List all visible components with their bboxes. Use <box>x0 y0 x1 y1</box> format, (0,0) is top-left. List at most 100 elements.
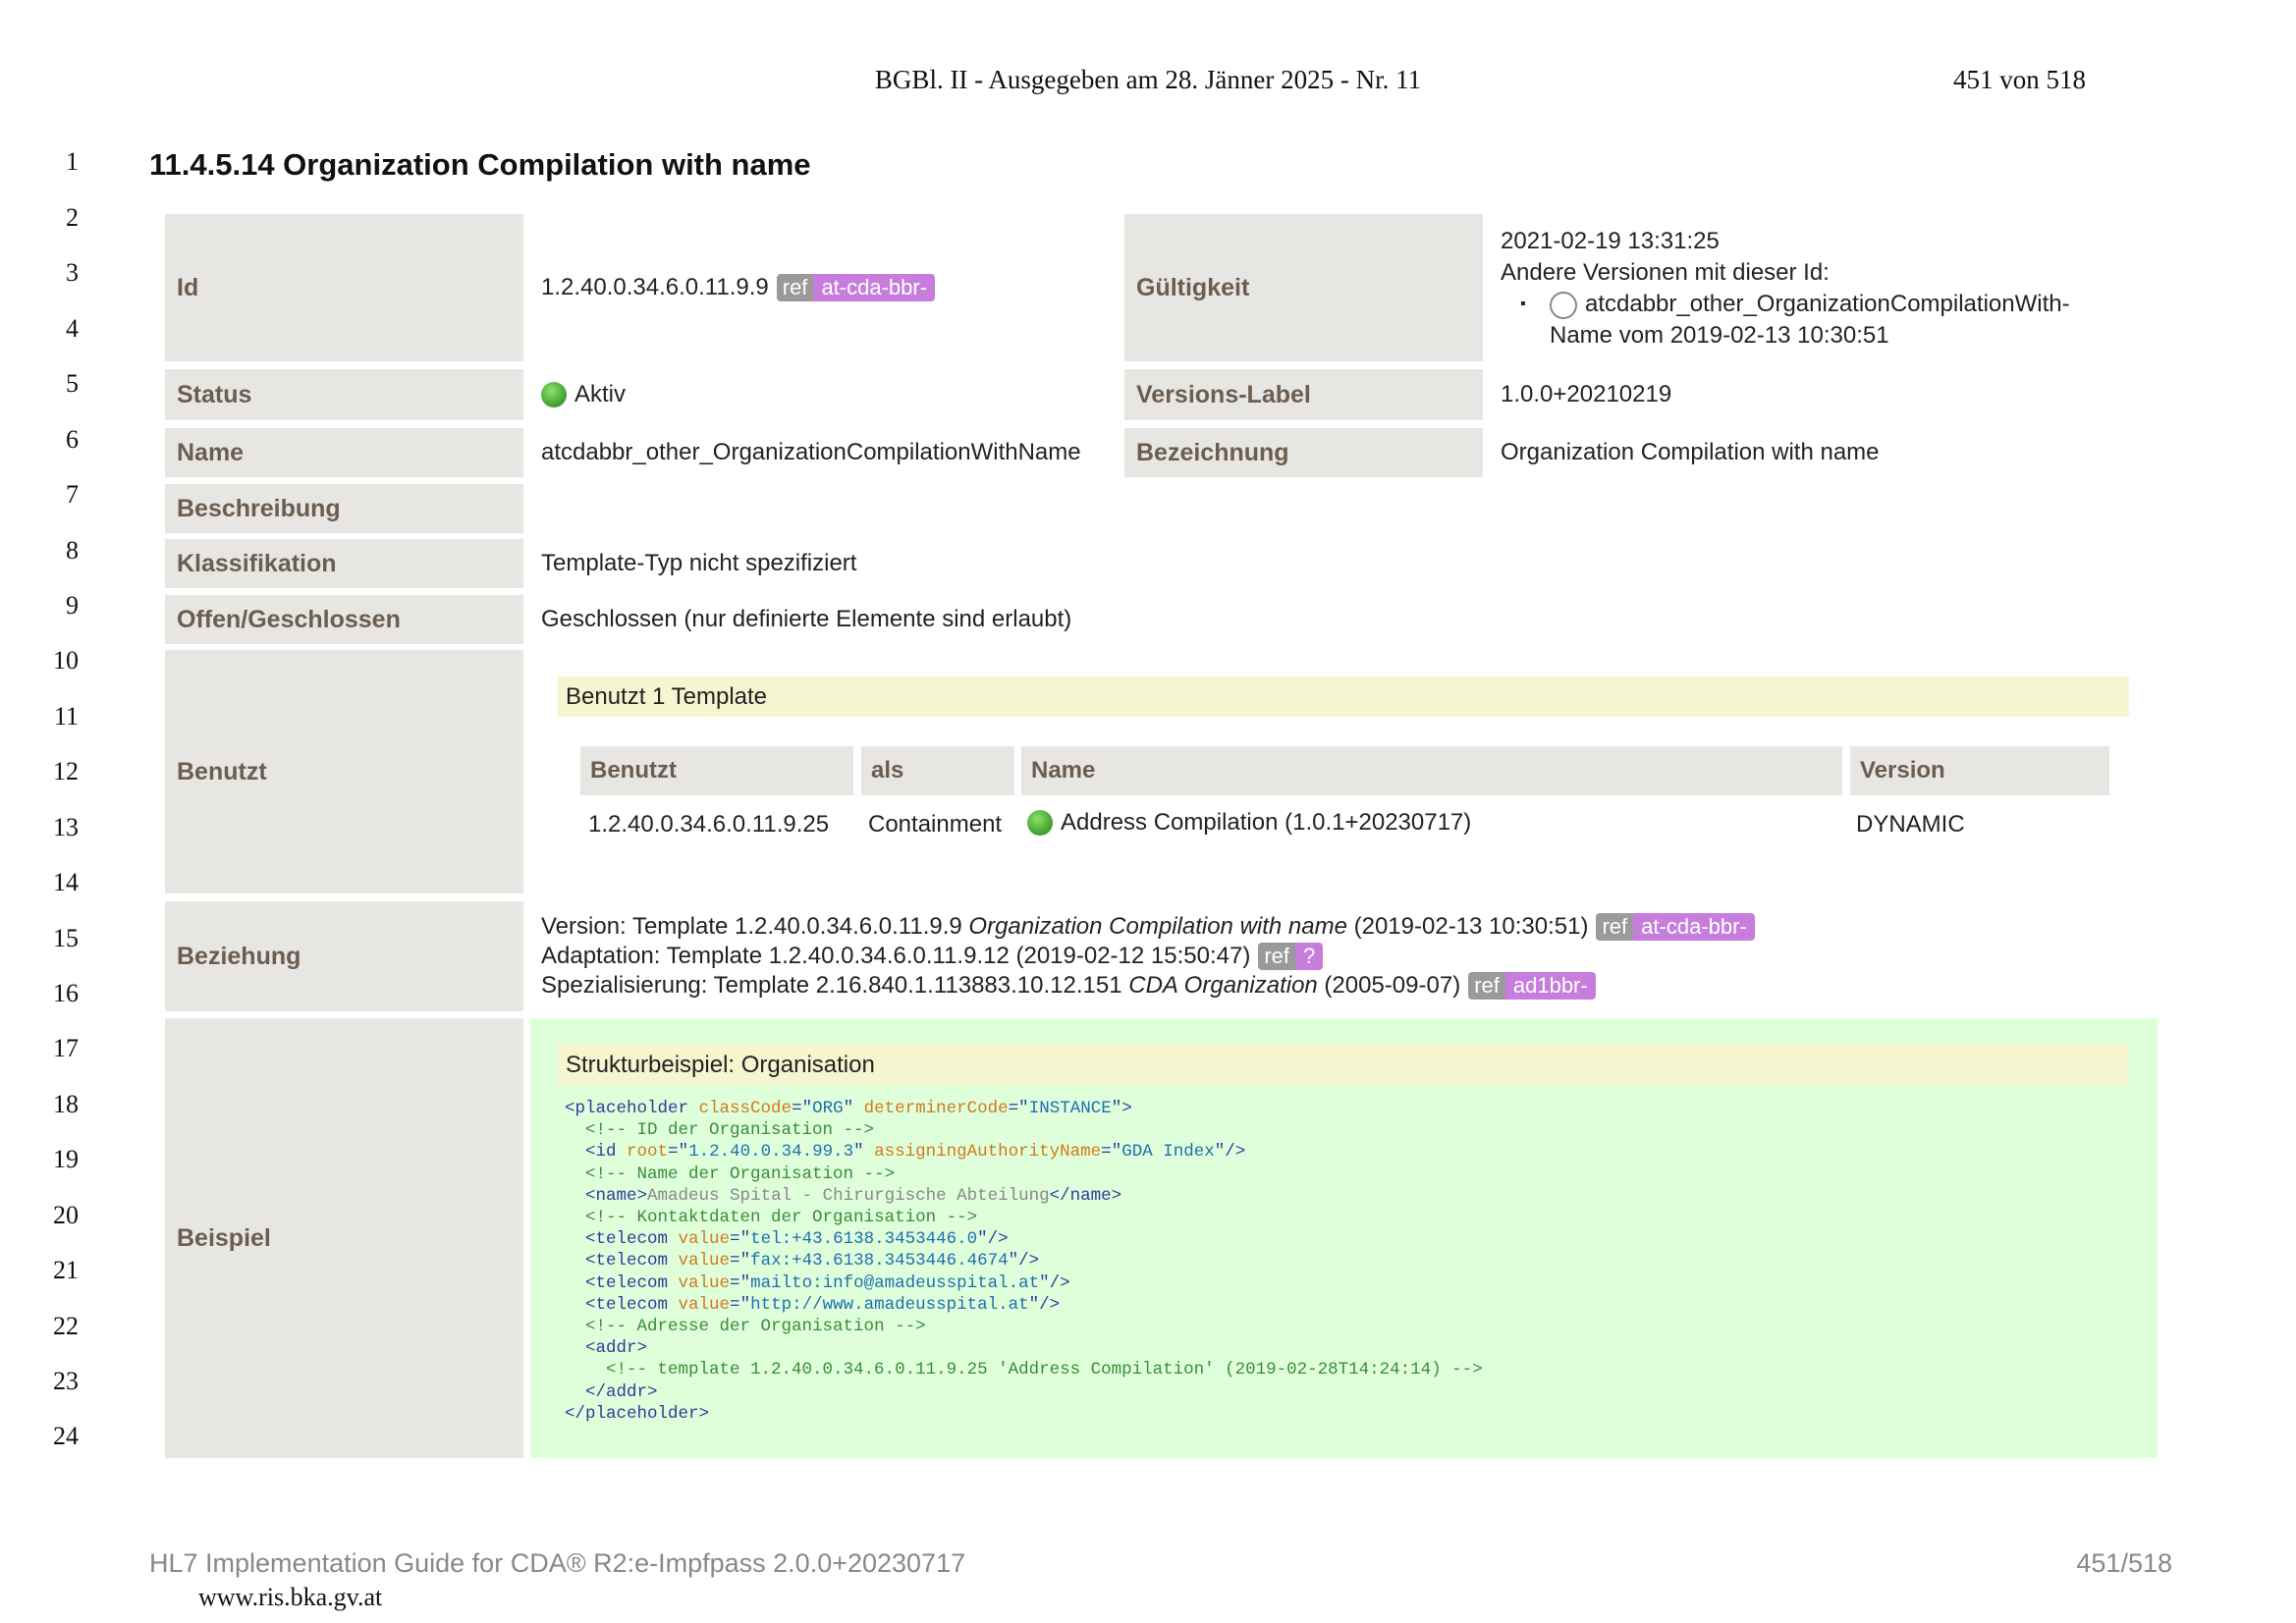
validity-other-versions: Andere Versionen mit dieser Id: <box>1501 259 1830 286</box>
ref-tag: ref <box>1258 943 1296 970</box>
line-number: 19 <box>53 1145 79 1173</box>
code-line: <telecom value="tel:+43.6138.3453446.0"/… <box>585 1229 1009 1250</box>
line-number: 4 <box>66 314 79 343</box>
status-value-cell: Aktiv <box>541 369 626 420</box>
bullet-icon: ▪ <box>1520 296 1526 312</box>
validity-version-item: ▪ atcdabbr_other_OrganizationCompilation… <box>1501 289 2070 352</box>
beziehung-specialization-date: (2005-09-07) <box>1317 972 1461 999</box>
line-number: 10 <box>53 646 79 675</box>
code-line: <!-- Adresse der Organisation --> <box>585 1317 926 1337</box>
status-active-icon <box>541 382 567 407</box>
line-number: 7 <box>66 480 79 509</box>
status-active-icon <box>1027 810 1053 836</box>
beziehung-specialization-title[interactable]: CDA Organization <box>1128 971 1318 1001</box>
code-line: <placeholder classCode="ORG" determinerC… <box>565 1099 1132 1118</box>
code-line: <name>Amadeus Spital - Chirurgische Abte… <box>585 1185 1122 1206</box>
code-line: <!-- ID der Organisation --> <box>585 1120 875 1141</box>
id-value: 1.2.40.0.34.6.0.11.9.9 <box>541 274 769 300</box>
versions-label: Versions-Label <box>1124 369 1483 420</box>
ref-prefix: ad1bbr- <box>1504 972 1596 1000</box>
beziehung-version-title[interactable]: Organization Compilation with name <box>968 912 1347 942</box>
page-counter: 451 von 518 <box>1953 65 2086 94</box>
bezeichnung-label: Bezeichnung <box>1124 428 1483 477</box>
klassifikation-label: Klassifikation <box>165 539 523 588</box>
line-number: 11 <box>53 702 79 730</box>
line-number: 2 <box>66 203 79 232</box>
id-label: Id <box>165 214 523 361</box>
status-label: Status <box>165 369 523 420</box>
line-number: 20 <box>53 1201 79 1229</box>
line-number: 23 <box>53 1367 79 1395</box>
benutzt-row-version: DYNAMIC <box>1856 811 1965 838</box>
line-number: 21 <box>53 1256 79 1284</box>
bezeichnung-value: Organization Compilation with name <box>1501 439 1880 465</box>
line-number: 13 <box>53 813 79 841</box>
ref-prefix: at-cda-bbr- <box>1633 913 1755 941</box>
code-line: </addr> <box>585 1381 658 1402</box>
line-number: 18 <box>53 1090 79 1118</box>
beziehung-version-line: Version: Template 1.2.40.0.34.6.0.11.9.9… <box>541 912 1755 942</box>
line-number: 3 <box>66 258 79 287</box>
benutzt-bar: Benutzt 1 Template <box>558 676 2129 717</box>
line-number: 24 <box>53 1422 79 1450</box>
footer-url[interactable]: www.ris.bka.gv.at <box>198 1583 382 1612</box>
line-number: 9 <box>66 591 79 620</box>
line-number: 16 <box>53 979 79 1007</box>
code-line: <telecom value="fax:+43.6138.3453446.467… <box>585 1251 1040 1271</box>
code-line: <!-- Name der Organisation --> <box>585 1163 896 1184</box>
versions-value: 1.0.0+20210219 <box>1501 381 1672 407</box>
ref-prefix: at-cda-bbr- <box>813 274 936 301</box>
klassifikation-value: Template-Typ nicht spezifiziert <box>541 550 857 576</box>
offen-value: Geschlossen (nur definierte Elemente sin… <box>541 606 1072 632</box>
ref-tag: ref <box>776 274 814 301</box>
beziehung-label: Beziehung <box>165 901 523 1011</box>
version-ref-badge[interactable]: ref at-cda-bbr- <box>1596 913 1755 941</box>
footer-guide: HL7 Implementation Guide for CDA® R2:e-I… <box>149 1548 966 1578</box>
ref-prefix: ? <box>1295 943 1324 970</box>
line-number: 22 <box>53 1312 79 1340</box>
name-label: Name <box>165 428 523 477</box>
line-number: 17 <box>53 1034 79 1062</box>
id-value-cell: 1.2.40.0.34.6.0.11.9.9 ref at-cda-bbr- <box>541 214 936 361</box>
radio-circle-icon[interactable] <box>1550 291 1577 319</box>
adaptation-ref-badge[interactable]: ref? <box>1258 943 1324 970</box>
als-col-header: als <box>861 746 1014 795</box>
validity-label: Gültigkeit <box>1124 214 1483 361</box>
beziehung-value: Version: Template 1.2.40.0.34.6.0.11.9.9… <box>541 912 1755 1001</box>
code-line: <!-- Kontaktdaten der Organisation --> <box>585 1208 978 1228</box>
id-ref-badge[interactable]: ref at-cda-bbr- <box>776 274 936 301</box>
line-number: 14 <box>53 868 79 896</box>
line-number: 12 <box>53 757 79 785</box>
section-title: 11.4.5.14 Organization Compilation with … <box>149 147 811 182</box>
offen-label: Offen/Geschlossen <box>165 595 523 644</box>
beziehung-adaptation-line: Adaptation: Template 1.2.40.0.34.6.0.11.… <box>541 942 1755 971</box>
code-line: </placeholder> <box>565 1403 710 1424</box>
validity-version-line2[interactable]: Name vom 2019-02-13 10:30:51 <box>1550 322 1889 349</box>
status-value: Aktiv <box>574 381 627 407</box>
benutzt-row-id[interactable]: 1.2.40.0.34.6.0.11.9.25 <box>588 811 829 839</box>
benutzt-row-name-cell: Address Compilation (1.0.1+20230717) <box>1027 809 1471 837</box>
benutzt-row-name[interactable]: Address Compilation (1.0.1+20230717) <box>1061 809 1471 837</box>
beziehung-specialization-line: Spezialisierung: Template 2.16.840.1.113… <box>541 971 1755 1001</box>
beziehung-version-text: Version: Template 1.2.40.0.34.6.0.11.9.9 <box>541 913 969 940</box>
benutzt-col-header: Benutzt <box>580 746 853 795</box>
name-value: atcdabbr_other_OrganizationCompilationWi… <box>541 439 1081 465</box>
beziehung-specialization-text: Spezialisierung: Template 2.16.840.1.113… <box>541 972 1129 999</box>
validity-version-line1[interactable]: atcdabbr_other_OrganizationCompilationWi… <box>1585 291 2070 317</box>
line-number: 1 <box>66 147 79 176</box>
gazette-header: BGBl. II - Ausgegeben am 28. Jänner 2025… <box>874 65 1422 94</box>
line-number: 5 <box>66 369 79 398</box>
name-col-header: Name <box>1021 746 1842 795</box>
beziehung-version-date: (2019-02-13 10:30:51) <box>1346 913 1589 940</box>
beispiel-label: Beispiel <box>165 1018 523 1458</box>
ref-tag: ref <box>1468 972 1505 1000</box>
beziehung-adaptation-text: Adaptation: Template 1.2.40.0.34.6.0.11.… <box>541 943 1251 969</box>
line-number: 8 <box>66 536 79 565</box>
benutzt-label: Benutzt <box>165 650 523 893</box>
code-line: <!-- template 1.2.40.0.34.6.0.11.9.25 'A… <box>606 1360 1483 1380</box>
beispiel-bar: Strukturbeispiel: Organisation <box>558 1044 2129 1086</box>
validity-date: 2021-02-19 13:31:25 <box>1501 228 1720 254</box>
code-line: <telecom value="mailto:info@amadeusspita… <box>585 1272 1070 1293</box>
specialization-ref-badge[interactable]: ref ad1bbr- <box>1468 972 1596 1000</box>
footer-page: 451/518 <box>2076 1548 2172 1578</box>
